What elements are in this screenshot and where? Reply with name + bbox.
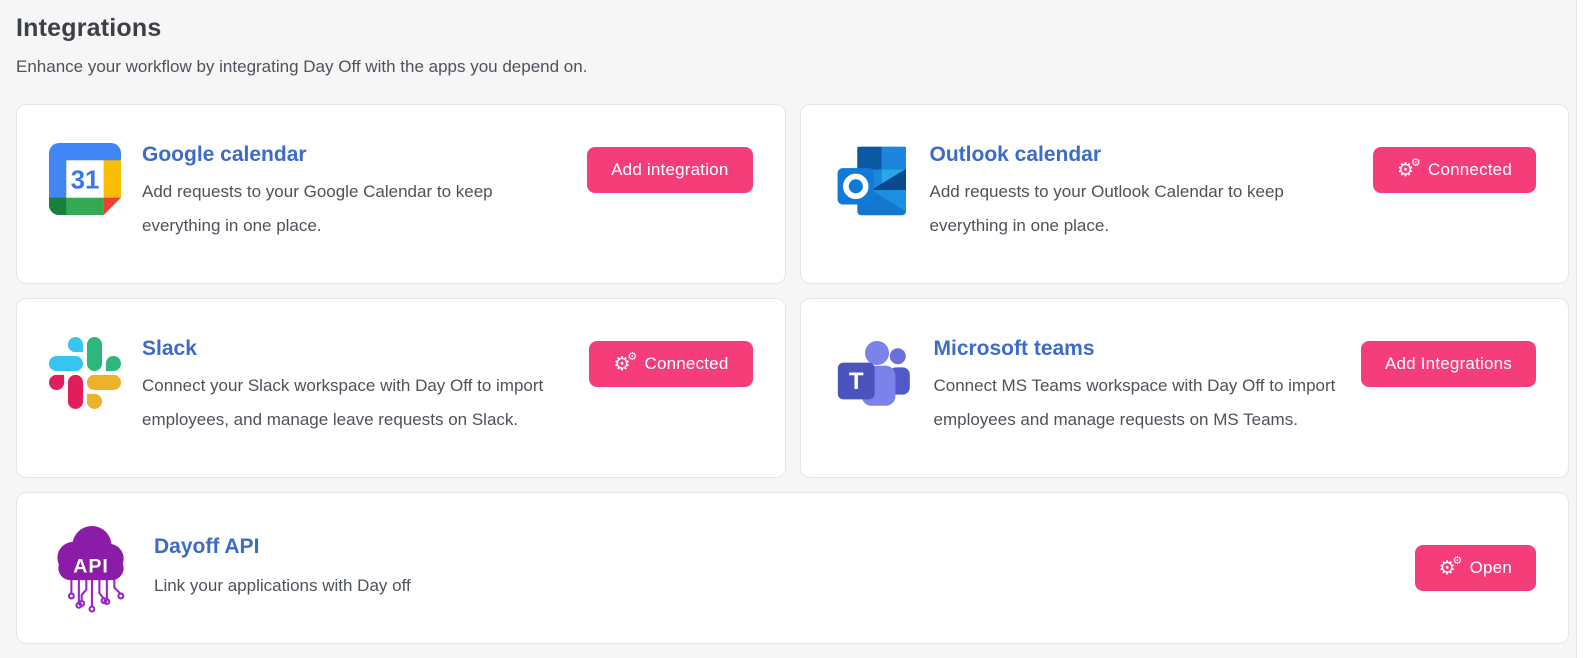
card-description-microsoft-teams: Connect MS Teams workspace with Day Off … xyxy=(934,369,1346,437)
card-slack: Slack Connect your Slack workspace with … xyxy=(16,298,786,478)
svg-text:31: 31 xyxy=(71,166,100,194)
google-calendar-icon: 31 xyxy=(49,143,121,215)
add-integrations-button-teams[interactable]: Add Integrations xyxy=(1361,341,1536,387)
open-button-dayoff-api[interactable]: Open xyxy=(1415,545,1536,591)
card-title-microsoft-teams[interactable]: Microsoft teams xyxy=(934,335,1346,363)
card-description-slack: Connect your Slack workspace with Day Of… xyxy=(142,369,554,437)
add-integration-button-google[interactable]: Add integration xyxy=(587,147,752,193)
card-description-dayoff-api: Link your applications with Day off xyxy=(154,569,411,603)
card-text: Microsoft teams Connect MS Teams workspa… xyxy=(934,335,1346,437)
button-label: Add Integrations xyxy=(1385,354,1512,374)
card-text: Outlook calendar Add requests to your Ou… xyxy=(930,141,1342,243)
dayoff-api-icon: API xyxy=(49,515,133,621)
card-description-outlook-calendar: Add requests to your Outlook Calendar to… xyxy=(930,175,1342,243)
button-label: Connected xyxy=(644,354,728,374)
connected-button-slack[interactable]: Connected xyxy=(589,341,752,387)
connected-button-outlook[interactable]: Connected xyxy=(1373,147,1536,193)
button-label: Add integration xyxy=(611,160,728,180)
card-description-google-calendar: Add requests to your Google Calendar to … xyxy=(142,175,554,243)
svg-text:API: API xyxy=(73,556,108,578)
card-title-google-calendar[interactable]: Google calendar xyxy=(142,141,554,169)
scrollbar[interactable] xyxy=(1576,0,1585,658)
gears-icon xyxy=(1439,558,1463,578)
card-outlook-calendar: Outlook calendar Add requests to your Ou… xyxy=(800,104,1570,284)
card-title-outlook-calendar[interactable]: Outlook calendar xyxy=(930,141,1342,169)
microsoft-teams-icon: T xyxy=(833,337,913,409)
gears-icon xyxy=(613,354,637,374)
button-label: Connected xyxy=(1428,160,1512,180)
card-dayoff-api: API Dayoff API Link your applications wi… xyxy=(16,492,1569,644)
card-text: Slack Connect your Slack workspace with … xyxy=(142,335,554,437)
svg-text:T: T xyxy=(848,368,863,395)
integration-cards-grid: 31 Google calendar Add requests to your … xyxy=(16,104,1569,644)
gears-icon xyxy=(1397,160,1421,180)
card-text: Dayoff API Link your applications with D… xyxy=(154,533,411,603)
slack-icon xyxy=(49,337,121,409)
page-subtitle: Enhance your workflow by integrating Day… xyxy=(16,57,1569,77)
outlook-calendar-icon xyxy=(833,143,909,219)
card-title-dayoff-api[interactable]: Dayoff API xyxy=(154,533,411,561)
card-text: Google calendar Add requests to your Goo… xyxy=(142,141,554,243)
card-title-slack[interactable]: Slack xyxy=(142,335,554,363)
button-label: Open xyxy=(1470,558,1512,578)
page-title: Integrations xyxy=(16,14,1569,43)
card-microsoft-teams: T Microsoft teams Connect MS Teams works… xyxy=(800,298,1570,478)
integrations-page: Integrations Enhance your workflow by in… xyxy=(0,0,1585,658)
card-google-calendar: 31 Google calendar Add requests to your … xyxy=(16,104,786,284)
